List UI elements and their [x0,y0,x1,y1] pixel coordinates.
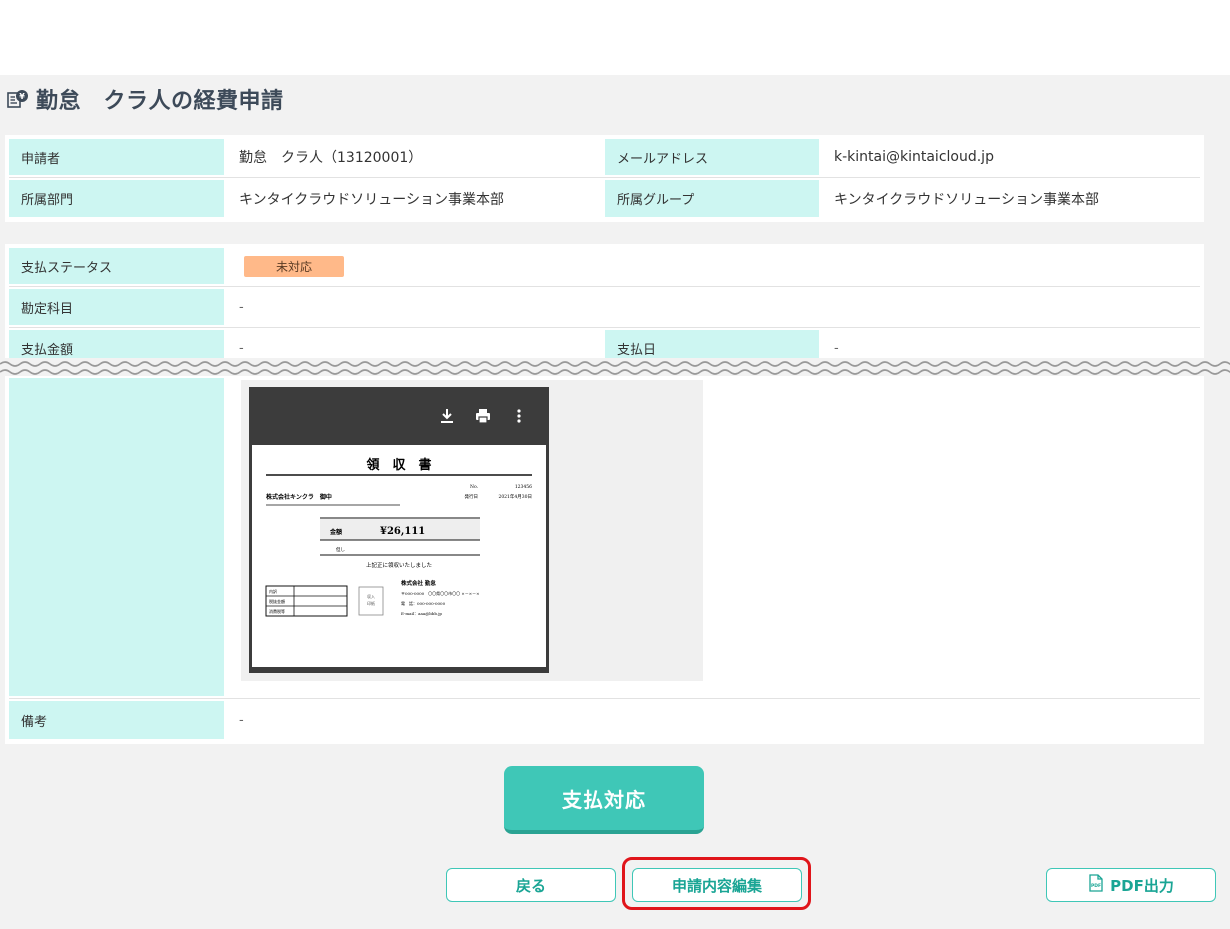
remarks-value: - [239,712,244,728]
page-title-text: 勤怠 クラ人の経費申請 [36,89,284,114]
pdf-file-icon: PDF [1088,874,1104,896]
back-button[interactable]: 戻る [446,868,616,902]
top-bar [0,0,1230,75]
receipt-company-phone: 電 話：000-000-0000 [401,600,446,606]
stamp-text-2: 印紙 [367,600,375,606]
svg-text:¥: ¥ [19,92,25,101]
attachment-card: 領 収 書 No. 123456 発行日 2021年4月30日 株式会社キンクラ… [5,376,1204,744]
receipt-drawing: 領 収 書 No. 123456 発行日 2021年4月30日 株式会社キンクラ… [265,457,532,617]
svg-text:PDF: PDF [1091,883,1101,889]
expense-receipt-icon: ¥ [6,87,30,111]
applicant-info-card: 申請者 勤怠 クラ人（13120001） メールアドレス k-kintai@ki… [5,135,1204,222]
pdf-viewer-toolbar [249,387,549,445]
receipt-document: 領 収 書 No. 123456 発行日 2021年4月30日 株式会社キンクラ… [252,445,546,667]
pdf-export-button[interactable]: PDF PDF出力 [1046,868,1216,902]
edit-application-button-label: 申請内容編集 [671,876,762,895]
back-button-label: 戻る [515,876,546,895]
receipt-company-email: E-mail：aaa@bbb.jp [401,611,442,616]
breakdown-row-3: 消費税等 [269,608,285,614]
amount-label: 支払金額 [9,330,224,360]
department-value: キンタイクラウドソリューション事業本部 [239,191,505,208]
content-cut-separator [0,358,1230,378]
edit-application-button[interactable]: 申請内容編集 [632,868,802,902]
email-label: メールアドレス [605,139,819,175]
pay-response-button[interactable]: 支払対応 [504,766,704,834]
receipt-issue-date: 2021年4月30日 [498,493,532,500]
department-row: 所属部門 キンタイクラウドソリューション事業本部 所属グループ キンタイクラウド… [9,178,1200,219]
payment-status-cell: 未対応 [234,246,344,286]
department-label: 所属部門 [9,180,224,217]
attachment-label-cell [9,378,224,696]
payment-status-row: 支払ステータス 未対応 [9,246,1200,287]
more-vert-icon[interactable] [511,408,527,424]
payment-status-label: 支払ステータス [9,248,224,284]
payment-date-value: - [834,341,839,356]
amount-row: 支払金額 - 支払日 - [9,328,1200,360]
account-row: 勘定科目 - [9,287,1200,328]
status-badge: 未対応 [244,255,344,277]
breakdown-row-1: 内訳 [269,588,277,594]
download-icon[interactable] [439,408,455,424]
amount-value: - [239,341,244,356]
group-label: 所属グループ [605,180,819,217]
group-value: キンタイクラウドソリューション事業本部 [834,191,1100,208]
pdf-export-button-label: PDF出力 [1110,876,1174,895]
breakdown-row-2: 税抜金額 [269,598,285,604]
receipt-no-label: No. [470,484,479,490]
receipt-note-label: 但し [336,546,345,553]
receipt-received-text: 上記正に領収いたしました [366,561,432,569]
page-title: ¥ 勤怠 クラ人の経費申請 [6,84,284,114]
receipt-no-value: 123456 [515,484,532,490]
receipt-title: 領 収 書 [366,457,431,473]
remarks-label: 備考 [9,701,224,739]
receipt-amount-value: ¥26,111 [380,526,425,537]
applicant-label: 申請者 [9,139,224,175]
stamp-text-1: 収入 [367,593,375,599]
applicant-value: 勤怠 クラ人（13120001） [239,150,423,166]
receipt-amount-label: 金額 [329,528,342,536]
account-value: - [239,299,244,315]
receipt-company-address: 〒000-0000 〇〇県〇〇市〇〇 ×－×－× [401,590,480,596]
payment-date-label: 支払日 [605,330,819,360]
receipt-preview: 領 収 書 No. 123456 発行日 2021年4月30日 株式会社キンクラ… [241,380,703,681]
payment-info-card: 支払ステータス 未対応 勘定科目 - 支払金額 - 支払日 - [5,244,1204,360]
receipt-addressee: 株式会社キンクラ 御中 [266,493,332,501]
print-icon[interactable] [475,408,491,424]
pdf-viewer: 領 収 書 No. 123456 発行日 2021年4月30日 株式会社キンクラ… [249,387,549,673]
receipt-issue-label: 発行日 [465,493,479,500]
receipt-company-name: 株式会社 勤怠 [401,579,436,587]
remarks-row: 備考 - [9,698,1200,741]
account-label: 勘定科目 [9,289,224,325]
email-value: k-kintai@kintaicloud.jp [834,149,994,165]
applicant-row: 申請者 勤怠 クラ人（13120001） メールアドレス k-kintai@ki… [9,137,1200,178]
